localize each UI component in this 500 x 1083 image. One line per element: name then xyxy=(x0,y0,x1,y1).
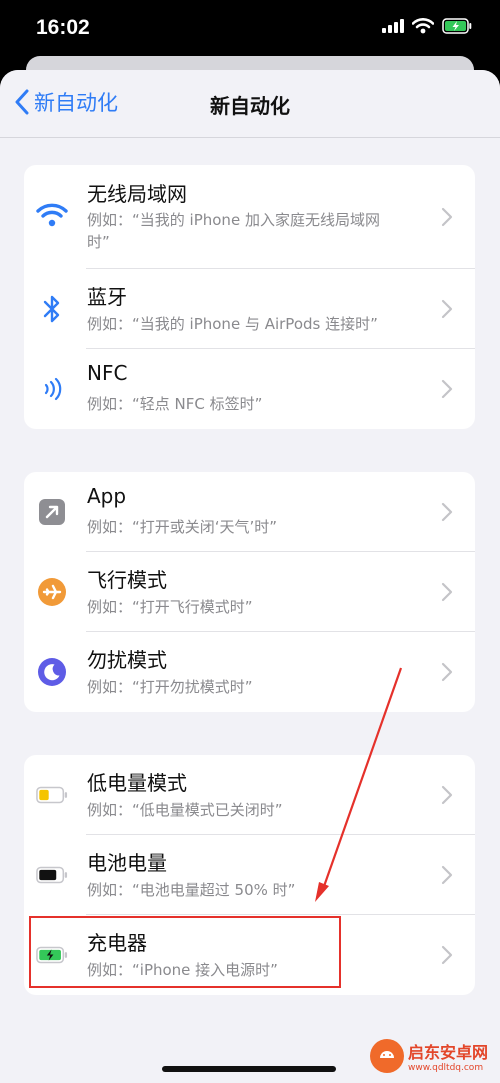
row-title: 勿扰模式 xyxy=(87,648,167,672)
moon-icon xyxy=(36,656,68,688)
chevron-right-icon xyxy=(441,299,453,319)
row-subtitle: 例如：“轻点 NFC 标签时” xyxy=(87,395,263,413)
row-bluetooth[interactable]: 蓝牙 例如：“当我的 iPhone 与 AirPods 连接时” xyxy=(24,269,475,349)
group-connectivity: 无线局域网 例如：“当我的 iPhone 加入家庭无线局域网时” 蓝牙 例如：“… xyxy=(24,165,475,429)
row-wifi[interactable]: 无线局域网 例如：“当我的 iPhone 加入家庭无线局域网时” xyxy=(24,165,475,269)
battery-icon xyxy=(36,859,68,891)
chevron-right-icon xyxy=(441,865,453,885)
row-do-not-disturb[interactable]: 勿扰模式 例如：“打开勿扰模式时” xyxy=(24,632,475,712)
page-title: 新自动化 xyxy=(210,94,290,118)
row-title: 蓝牙 xyxy=(87,285,127,309)
battery-status-icon xyxy=(442,18,472,34)
row-subtitle: 例如：“低电量模式已关闭时” xyxy=(87,801,283,819)
status-bar: 16:02 xyxy=(0,0,500,62)
wifi-status-icon xyxy=(412,18,434,34)
battery-low-icon xyxy=(36,779,68,811)
row-low-power-mode[interactable]: 低电量模式 例如：“低电量模式已关闭时” xyxy=(24,755,475,835)
row-nfc[interactable]: NFC 例如：“轻点 NFC 标签时” xyxy=(24,349,475,429)
chevron-right-icon xyxy=(441,785,453,805)
row-title: 电池电量 xyxy=(87,851,167,875)
row-subtitle: 例如：“打开或关闭‘天气’时” xyxy=(87,518,278,536)
row-app[interactable]: App 例如：“打开或关闭‘天气’时” xyxy=(24,472,475,552)
app-icon xyxy=(36,496,68,528)
chevron-right-icon xyxy=(441,379,453,399)
wifi-icon xyxy=(36,199,68,231)
chevron-right-icon xyxy=(441,662,453,682)
row-title: App xyxy=(87,484,127,508)
row-title: NFC xyxy=(87,361,128,385)
chevron-right-icon xyxy=(441,502,453,522)
row-title: 飞行模式 xyxy=(87,568,167,592)
group-apps-modes: App 例如：“打开或关闭‘天气’时” 飞行模式 例如：“打开飞行模式时” 勿扰… xyxy=(24,472,475,712)
row-subtitle: 例如：“当我的 iPhone 与 AirPods 连接时” xyxy=(87,315,378,333)
cellular-signal-icon xyxy=(382,19,404,33)
row-subtitle: 例如：“当我的 iPhone 加入家庭无线局域网时” xyxy=(87,211,380,251)
nav-bar: 新自动化 新自动化 xyxy=(0,70,500,138)
chevron-right-icon xyxy=(441,945,453,965)
row-battery-level[interactable]: 电池电量 例如：“电池电量超过 50% 时” xyxy=(24,835,475,915)
nfc-icon xyxy=(36,373,68,405)
row-subtitle: 例如：“电池电量超过 50% 时” xyxy=(87,881,296,899)
row-airplane-mode[interactable]: 飞行模式 例如：“打开飞行模式时” xyxy=(24,552,475,632)
chevron-right-icon xyxy=(441,582,453,602)
status-icons xyxy=(382,18,472,34)
home-indicator[interactable] xyxy=(162,1066,336,1072)
row-title: 低电量模式 xyxy=(87,771,187,795)
watermark-logo-icon xyxy=(370,1039,404,1073)
watermark-title: 启东安卓网 xyxy=(408,1043,489,1062)
row-title: 无线局域网 xyxy=(87,182,187,206)
row-subtitle: 例如：“打开飞行模式时” xyxy=(87,598,253,616)
airplane-icon xyxy=(36,576,68,608)
status-time: 16:02 xyxy=(36,16,90,39)
watermark-url: www.qdltdq.com xyxy=(408,1063,484,1073)
watermark: 启东安卓网 www.qdltdq.com xyxy=(370,1032,498,1080)
row-subtitle: 例如：“打开勿扰模式时” xyxy=(87,678,253,696)
bluetooth-icon xyxy=(36,293,68,325)
chevron-right-icon xyxy=(441,207,453,227)
annotation-highlight-box xyxy=(29,916,341,988)
